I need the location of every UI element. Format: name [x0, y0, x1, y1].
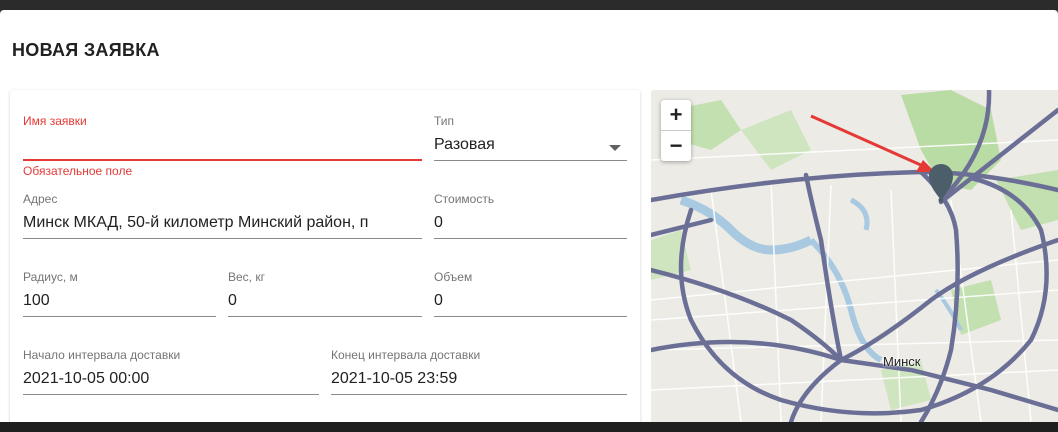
start-interval-label: Начало интервала доставки: [23, 348, 181, 362]
weight-field[interactable]: Вес, кг 0: [228, 270, 422, 318]
cost-label: Стоимость: [434, 192, 495, 206]
cost-field[interactable]: Стоимость 0: [434, 192, 627, 240]
end-interval-input[interactable]: 2021-10-05 23:59: [331, 370, 457, 388]
type-select[interactable]: Тип Разовая: [434, 114, 627, 162]
request-name-error: Обязательное поле: [23, 164, 133, 178]
weight-input[interactable]: 0: [228, 292, 237, 310]
cost-input[interactable]: 0: [434, 214, 443, 232]
volume-label: Объем: [434, 270, 473, 284]
type-label: Тип: [434, 114, 455, 128]
request-name-underline: [23, 159, 422, 161]
type-underline: [434, 160, 627, 161]
map-city-label: Минск: [883, 354, 921, 369]
volume-input[interactable]: 0: [434, 292, 443, 310]
map-view[interactable]: + − Минск: [651, 90, 1058, 422]
radius-underline: [23, 316, 216, 317]
volume-underline: [434, 316, 627, 317]
background-strip-bottom: [0, 422, 1058, 432]
start-interval-input[interactable]: 2021-10-05 00:00: [23, 370, 149, 388]
address-input[interactable]: Минск МКАД, 50-й километр Минский район,…: [23, 214, 422, 232]
zoom-in-button[interactable]: +: [661, 100, 691, 130]
address-field[interactable]: Адрес Минск МКАД, 50-й километр Минский …: [23, 192, 422, 240]
end-interval-underline: [331, 394, 627, 395]
dialog-title: НОВАЯ ЗАЯВКА: [12, 40, 160, 60]
map-tiles: [651, 90, 1058, 422]
zoom-control: + −: [661, 100, 691, 161]
weight-label: Вес, кг: [228, 270, 265, 284]
volume-field[interactable]: Объем 0: [434, 270, 627, 318]
chevron-down-icon[interactable]: [609, 145, 621, 151]
end-interval-field[interactable]: Конец интервала доставки 2021-10-05 23:5…: [331, 348, 627, 396]
weight-underline: [228, 316, 422, 317]
address-label: Адрес: [23, 192, 58, 206]
type-value[interactable]: Разовая: [434, 136, 495, 154]
cost-underline: [434, 238, 627, 239]
radius-input[interactable]: 100: [23, 292, 50, 310]
form-card: Имя заявки Обязательное поле Тип Разовая…: [10, 90, 640, 422]
new-request-dialog: НОВАЯ ЗАЯВКА Имя заявки Обязательное пол…: [0, 10, 1058, 422]
start-interval-field[interactable]: Начало интервала доставки 2021-10-05 00:…: [23, 348, 319, 396]
radius-field[interactable]: Радиус, м 100: [23, 270, 216, 318]
request-name-label: Имя заявки: [23, 114, 87, 128]
radius-label: Радиус, м: [23, 270, 78, 284]
request-name-field[interactable]: Имя заявки Обязательное поле: [23, 114, 422, 178]
address-underline: [23, 238, 422, 239]
start-interval-underline: [23, 394, 319, 395]
zoom-out-button[interactable]: −: [661, 130, 691, 161]
end-interval-label: Конец интервала доставки: [331, 348, 481, 362]
background-strip: [0, 0, 1058, 10]
